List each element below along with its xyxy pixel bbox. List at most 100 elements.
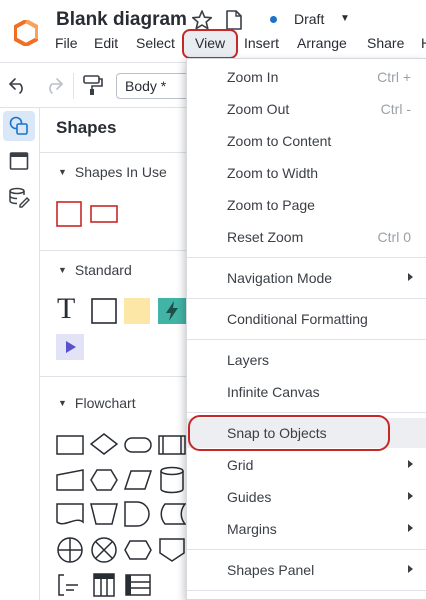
title-bar: Blank diagram Draft ▼ File Edit Select V… <box>0 0 426 62</box>
caret-down-icon: ▼ <box>58 167 67 177</box>
undo-icon[interactable] <box>8 76 28 94</box>
menu-item-label: Navigation Mode <box>227 270 333 286</box>
caret-down-icon: ▼ <box>58 398 67 408</box>
menu-select[interactable]: Select <box>136 35 175 51</box>
stored-data-shape[interactable] <box>158 502 186 526</box>
menu-divider <box>187 298 426 299</box>
menu-item-layers[interactable]: Layers <box>187 345 426 375</box>
view-menu-dropdown: Zoom In Ctrl + Zoom Out Ctrl - Zoom to Con… <box>186 58 426 600</box>
document-shape[interactable] <box>56 502 84 526</box>
square-shape[interactable] <box>56 201 82 227</box>
menu-item-shortcut: Ctrl - <box>380 101 411 117</box>
status-badge[interactable]: Draft <box>294 11 324 27</box>
play-shape-icon[interactable] <box>56 334 84 360</box>
menu-insert[interactable]: Insert <box>244 35 279 51</box>
menu-edit[interactable]: Edit <box>94 35 118 51</box>
menu-item-label: Shapes Panel <box>227 562 315 578</box>
summing-junction-shape[interactable] <box>56 536 84 564</box>
menu-item-margins[interactable]: Margins <box>187 514 426 544</box>
menu-item-reset-zoom[interactable]: Reset Zoom Ctrl 0 <box>187 222 426 252</box>
shapes-icon <box>9 116 28 135</box>
manual-operation-shape[interactable] <box>90 502 118 526</box>
section-standard[interactable]: ▼ Standard <box>58 262 132 278</box>
submenu-arrow-icon <box>408 565 413 573</box>
menu-item-infinite-canvas[interactable]: Infinite Canvas <box>187 377 426 407</box>
snap-to-objects-highlight-outline <box>188 415 390 451</box>
menu-item-conditional-formatting[interactable]: Conditional Formatting <box>187 304 426 334</box>
star-icon[interactable] <box>191 9 213 31</box>
menu-divider <box>187 339 426 340</box>
menu-item-navigation-mode[interactable]: Navigation Mode <box>187 263 426 293</box>
off-page-connector-shape[interactable] <box>158 537 186 563</box>
text-shape[interactable]: T <box>57 294 75 324</box>
predefined-process-shape[interactable] <box>158 434 186 456</box>
menu-item-label: Reset Zoom <box>227 229 304 245</box>
menu-divider <box>187 412 426 413</box>
or-shape[interactable] <box>90 536 118 564</box>
menu-item-zoom-in[interactable]: Zoom In Ctrl + <box>187 62 426 92</box>
menu-item-label: Conditional Formatting <box>227 311 368 327</box>
menu-share[interactable]: Share <box>367 35 404 51</box>
menu-help[interactable]: H <box>421 35 426 51</box>
text-style-select[interactable]: Body * <box>116 73 196 99</box>
submenu-arrow-icon <box>408 273 413 281</box>
menu-item-zoom-to-width[interactable]: Zoom to Width <box>187 158 426 188</box>
swimlane-horizontal-shape[interactable] <box>124 572 152 598</box>
annotation-shape[interactable] <box>56 572 84 598</box>
menu-divider <box>187 590 426 591</box>
menu-item-label: Layers <box>227 352 270 368</box>
menu-arrange[interactable]: Arrange <box>297 35 347 51</box>
block-shape[interactable] <box>91 298 117 324</box>
decision-shape[interactable] <box>90 432 118 456</box>
swimlane-vertical-shape[interactable] <box>90 572 118 598</box>
section-shapes-in-use[interactable]: ▼ Shapes In Use <box>58 164 167 180</box>
chevron-down-icon[interactable]: ▼ <box>340 13 350 24</box>
menu-file[interactable]: File <box>55 35 78 51</box>
process-shape[interactable] <box>56 434 84 456</box>
menu-item-grid[interactable]: Grid <box>187 450 426 480</box>
caret-down-icon: ▼ <box>58 265 67 275</box>
section-flowchart[interactable]: ▼ Flowchart <box>58 395 136 411</box>
menu-divider <box>187 549 426 550</box>
menu-item-guides[interactable]: Guides <box>187 482 426 512</box>
rectangle-shape[interactable] <box>90 205 118 223</box>
menu-item-zoom-to-content[interactable]: Zoom to Content <box>187 126 426 156</box>
section-label: Flowchart <box>74 395 136 411</box>
menu-item-label: Zoom Out <box>227 101 290 117</box>
delay-shape[interactable] <box>124 501 152 527</box>
left-rail <box>0 108 40 600</box>
status-dot <box>270 16 277 23</box>
menu-item-label: Zoom to Width <box>227 165 319 181</box>
data-linking-icon <box>9 187 30 208</box>
menu-item-shortcut: Ctrl 0 <box>377 229 411 245</box>
terminator-shape[interactable] <box>124 435 152 455</box>
display-shape[interactable] <box>124 539 152 561</box>
menu-item-shapes-panel[interactable]: Shapes Panel <box>187 555 426 585</box>
document-icon[interactable] <box>225 10 242 30</box>
menu-item-label: Zoom to Content <box>227 133 332 149</box>
section-label: Standard <box>74 262 132 278</box>
data-shape[interactable] <box>124 469 152 491</box>
format-painter-icon[interactable] <box>82 74 104 96</box>
menu-item-label: Margins <box>227 521 277 537</box>
note-shape[interactable] <box>124 298 150 324</box>
lightning-shape-icon[interactable] <box>158 298 186 324</box>
menu-view[interactable]: View <box>195 35 225 51</box>
menu-item-zoom-out[interactable]: Zoom Out Ctrl - <box>187 94 426 124</box>
preparation-shape[interactable] <box>90 468 118 492</box>
manual-input-shape[interactable] <box>56 468 84 492</box>
app-logo-icon[interactable] <box>14 20 38 46</box>
page-layout-rail-button[interactable] <box>3 146 35 176</box>
menu-item-label: Grid <box>227 457 254 473</box>
shapes-rail-button[interactable] <box>3 111 35 141</box>
database-shape[interactable] <box>158 466 186 494</box>
menu-item-zoom-to-page[interactable]: Zoom to Page <box>187 190 426 220</box>
section-label: Shapes In Use <box>74 164 167 180</box>
page-layout-icon <box>9 152 29 170</box>
panel-title: Shapes <box>56 118 117 137</box>
document-title[interactable]: Blank diagram <box>56 9 187 31</box>
redo-icon[interactable] <box>44 76 64 94</box>
submenu-arrow-icon <box>408 460 413 468</box>
data-rail-button[interactable] <box>3 182 35 212</box>
menu-item-shortcut: Ctrl + <box>377 69 411 85</box>
